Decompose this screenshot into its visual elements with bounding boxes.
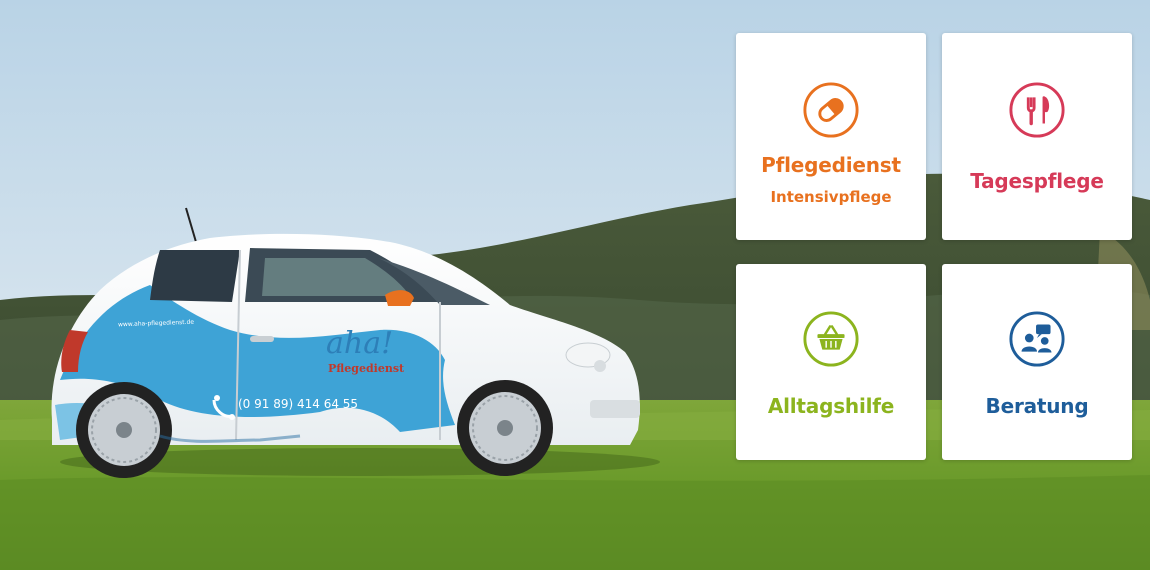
tile-title: Pflegedienst (761, 153, 901, 177)
tile-title: Alltagshilfe (767, 394, 895, 418)
conversation-icon (1009, 311, 1065, 367)
tile-subtitle: Intensivpflege (770, 188, 892, 206)
tile-tagespflege[interactable]: Tagespflege (942, 33, 1132, 240)
pill-icon (803, 82, 859, 138)
service-tiles: Pflegedienst Intensivpflege Tagespflege (0, 0, 1150, 570)
hero-banner: aha! Pflegedienst (0 91 89) 414 64 55 ww… (0, 0, 1150, 570)
fork-knife-icon (1009, 82, 1065, 138)
tile-beratung[interactable]: Beratung (942, 264, 1132, 460)
basket-icon (803, 311, 859, 367)
tile-title: Beratung (985, 394, 1089, 418)
tile-title: Tagespflege (970, 169, 1104, 193)
tile-alltagshilfe[interactable]: Alltagshilfe (736, 264, 926, 460)
tile-pflegedienst[interactable]: Pflegedienst Intensivpflege (736, 33, 926, 240)
